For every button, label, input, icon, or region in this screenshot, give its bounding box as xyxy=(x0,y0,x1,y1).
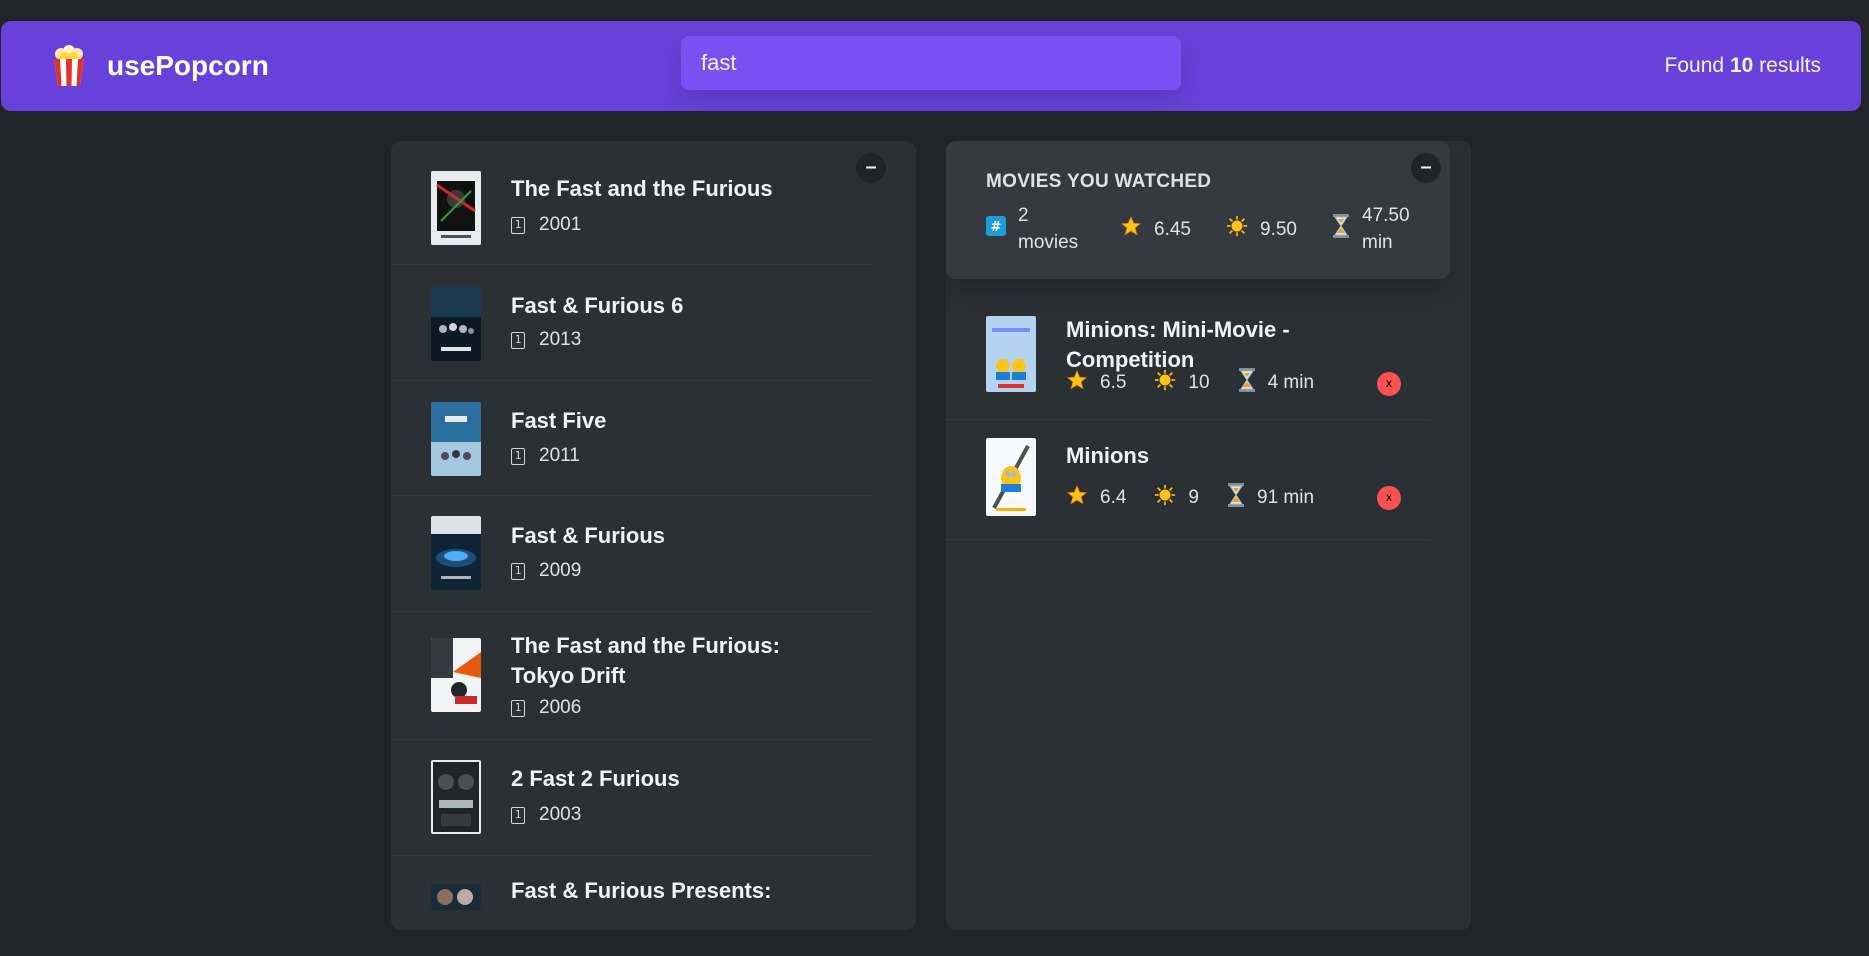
calendar-icon: 1 xyxy=(511,447,525,465)
summary-count: # 2 movies xyxy=(986,201,1096,257)
movie-poster xyxy=(431,287,481,361)
watched-poster xyxy=(986,316,1036,392)
watched-runtime: 91 min xyxy=(1227,483,1314,513)
movie-year: 1 2006 xyxy=(511,697,581,719)
movie-year: 1 2003 xyxy=(511,804,581,826)
movie-year: 1 2013 xyxy=(511,329,581,351)
movie-poster xyxy=(431,884,481,910)
movie-item[interactable]: Fast Five 1 2011 xyxy=(391,381,874,496)
watched-box: – MOVIES YOU WATCHED # 2 movies 6.45 9.5… xyxy=(946,141,1471,930)
watched-title: Minions: Mini-Movie - Competition xyxy=(1066,317,1290,372)
movie-poster xyxy=(431,516,481,590)
sun-icon xyxy=(1154,369,1176,397)
movie-poster xyxy=(431,638,481,712)
movie-poster xyxy=(431,760,481,834)
movie-item[interactable]: The Fast and the Furious 1 2001 xyxy=(391,141,874,265)
calendar-icon: 1 xyxy=(511,699,525,717)
toggle-results-button[interactable]: – xyxy=(856,153,886,183)
movie-item[interactable]: Fast & Furious 6 1 2013 xyxy=(391,265,874,381)
movie-title: The Fast and the Furious: Tokyo Drift xyxy=(511,633,780,688)
calendar-icon: 1 xyxy=(511,216,525,234)
watched-stats: 6.5 10 4 min xyxy=(1066,368,1342,398)
logo: usePopcorn xyxy=(51,45,269,87)
movie-title: Fast Five xyxy=(511,408,607,433)
results-count: Found 10 results xyxy=(1664,54,1821,77)
calendar-icon: 1 xyxy=(511,331,525,349)
movie-item[interactable]: Fast & Furious Presents: xyxy=(391,856,874,930)
movie-title: Fast & Furious 6 xyxy=(511,293,684,318)
movie-item[interactable]: Fast & Furious 1 2009 xyxy=(391,496,874,612)
watched-user-rating: 9 xyxy=(1154,484,1199,512)
watched-item: Minions: Mini-Movie - Competition 6.5 10… xyxy=(946,301,1430,420)
movie-title: 2 Fast 2 Furious xyxy=(511,766,680,791)
movie-list: The Fast and the Furious 1 2001 Fast & F… xyxy=(391,141,874,930)
movie-item[interactable]: The Fast and the Furious: Tokyo Drift 1 … xyxy=(391,612,874,740)
summary-user-rating: 9.50 xyxy=(1226,201,1297,257)
hash-icon: # xyxy=(986,216,1006,242)
watched-user-rating: 10 xyxy=(1154,369,1210,397)
watched-title: Minions xyxy=(1066,443,1150,468)
movie-title: Fast & Furious xyxy=(511,523,666,548)
svg-text:#: # xyxy=(991,220,1002,235)
app-name: usePopcorn xyxy=(107,50,269,81)
watched-poster xyxy=(986,438,1036,516)
star-icon xyxy=(1066,369,1088,397)
calendar-icon: 1 xyxy=(511,806,525,824)
movie-year: 1 2001 xyxy=(511,214,581,236)
movie-poster xyxy=(431,171,481,245)
watched-imdb-rating: 6.5 xyxy=(1066,369,1126,397)
summary-stats: # 2 movies 6.45 9.50 47.50 min xyxy=(986,201,1410,257)
summary-heading: MOVIES YOU WATCHED xyxy=(986,171,1212,192)
watched-stats: 6.4 9 91 min xyxy=(1066,483,1342,513)
star-icon xyxy=(1066,484,1088,512)
hourglass-icon xyxy=(1332,214,1350,244)
sun-icon xyxy=(1226,215,1248,243)
watched-imdb-rating: 6.4 xyxy=(1066,484,1126,512)
movie-year: 1 2011 xyxy=(511,445,580,467)
summary-imdb-rating: 6.45 xyxy=(1120,201,1191,257)
watched-runtime: 4 min xyxy=(1238,368,1314,398)
search-input[interactable] xyxy=(681,36,1181,90)
star-icon xyxy=(1120,215,1142,243)
movie-title: Fast & Furious Presents: xyxy=(511,878,772,903)
popcorn-icon xyxy=(51,45,87,87)
results-box: – The Fast and the Furious 1 2001 Fast &… xyxy=(391,141,916,930)
watched-summary: MOVIES YOU WATCHED # 2 movies 6.45 9.50 … xyxy=(946,141,1450,279)
summary-runtime: 47.50 min xyxy=(1332,201,1418,257)
movie-poster xyxy=(431,402,481,476)
delete-watched-button[interactable]: x xyxy=(1377,486,1401,510)
toggle-watched-button[interactable]: – xyxy=(1411,153,1441,183)
hourglass-icon xyxy=(1238,368,1256,398)
calendar-icon: 1 xyxy=(511,562,525,580)
movie-year: 1 2009 xyxy=(511,560,581,582)
movie-item[interactable]: 2 Fast 2 Furious 1 2003 xyxy=(391,740,874,856)
delete-watched-button[interactable]: x xyxy=(1377,372,1401,396)
navbar: usePopcorn Found 10 results xyxy=(1,21,1861,111)
sun-icon xyxy=(1154,484,1176,512)
watched-item: Minions 6.4 9 91 min x xyxy=(946,420,1430,540)
hourglass-icon xyxy=(1227,483,1245,513)
results-number: 10 xyxy=(1729,54,1754,77)
movie-title: The Fast and the Furious xyxy=(511,176,773,201)
watched-list: Minions: Mini-Movie - Competition 6.5 10… xyxy=(946,301,1430,540)
